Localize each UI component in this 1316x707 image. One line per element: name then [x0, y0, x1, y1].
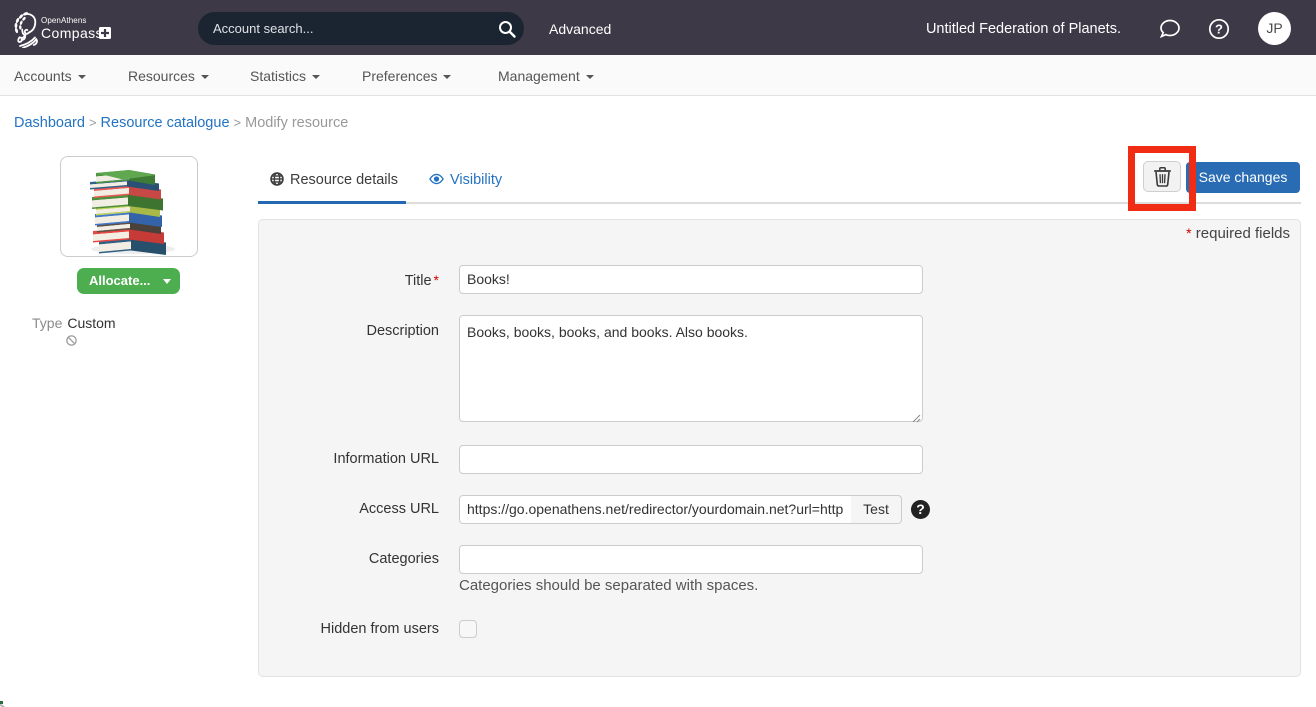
svg-text:?: ? [1215, 22, 1223, 37]
